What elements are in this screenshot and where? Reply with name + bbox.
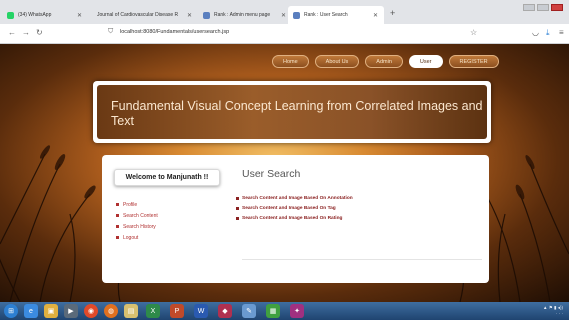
page-icon <box>203 11 210 19</box>
banner-inner: Fundamental Visual Concept Learning from… <box>97 85 487 139</box>
sidebar-item-label: Logout <box>123 234 139 241</box>
tab-user-search[interactable]: Rank : User Search ✕ <box>288 6 384 24</box>
tab-label: Rank : Admin menu page <box>214 12 271 18</box>
address-bar-row: ← → ↻ ⛉ localhost:8080/Fundamentals/user… <box>0 24 569 44</box>
web-page: Home About Us Admin User REGISTER Fundam… <box>0 44 569 302</box>
search-by-tag-link[interactable]: Search Content and Image Based On Tag <box>236 203 353 213</box>
top-nav-menu: Home About Us Admin User REGISTER <box>272 55 499 68</box>
sidebar-item-search-content[interactable]: Search Content <box>116 210 158 221</box>
tab-journal[interactable]: Journal of Cardiovascular Disease R ✕ <box>92 6 198 24</box>
welcome-box: Welcome to Manjunath !! <box>114 169 220 186</box>
url-field[interactable]: localhost:8080/Fundamentals/usersearch.j… <box>120 29 229 35</box>
minimize-button[interactable] <box>523 4 535 11</box>
tool-icon[interactable]: ✦ <box>290 304 304 318</box>
nav-admin[interactable]: Admin <box>365 55 403 68</box>
sidebar-item-search-history[interactable]: Search History <box>116 221 158 232</box>
nav-about-us[interactable]: About Us <box>314 55 360 68</box>
reload-icon[interactable]: ↻ <box>36 28 43 37</box>
folder-icon[interactable]: ▣ <box>44 304 58 318</box>
sidebar-item-label: Search Content <box>123 212 158 219</box>
bullet-icon <box>236 196 239 200</box>
excel-icon[interactable]: X <box>146 304 160 318</box>
powerpoint-icon[interactable]: P <box>170 304 184 318</box>
close-tab-icon[interactable]: ✕ <box>187 12 192 19</box>
bullet-icon <box>236 206 239 210</box>
download-icon[interactable]: ⤓ <box>546 28 550 38</box>
action-label: Search Content and Image Based On Tag <box>242 205 336 211</box>
tab-label: Rank : User Search <box>304 12 348 18</box>
chrome-icon[interactable]: ◉ <box>84 304 98 318</box>
maximize-button[interactable] <box>537 4 549 11</box>
forward-icon[interactable]: → <box>22 28 30 37</box>
back-icon[interactable]: ← <box>8 28 16 37</box>
action-label: Search Content and Image Based On Annota… <box>242 195 353 201</box>
bullet-icon <box>116 236 119 239</box>
nav-home[interactable]: Home <box>272 55 309 68</box>
menu-icon[interactable]: ≡ <box>559 28 564 37</box>
bookmark-star-icon[interactable]: ☆ <box>470 28 477 37</box>
window-controls <box>523 4 563 11</box>
bullet-icon <box>116 225 119 228</box>
search-options: Search Content and Image Based On Annota… <box>236 193 353 223</box>
bullet-icon <box>236 216 239 220</box>
tab-label: (34) WhatsApp <box>18 12 52 18</box>
sidebar-links: Profile Search Content Search History Lo… <box>116 199 158 243</box>
sidebar-item-logout[interactable]: Logout <box>116 232 158 243</box>
close-tab-icon[interactable]: ✕ <box>281 12 286 19</box>
divider <box>242 259 482 260</box>
word-icon[interactable]: W <box>194 304 208 318</box>
whatsapp-icon <box>7 11 14 19</box>
notepad-icon[interactable]: ▤ <box>124 304 138 318</box>
sidebar-item-label: Profile <box>123 201 138 208</box>
pocket-icon[interactable]: ◡ <box>532 28 539 37</box>
search-by-annotation-link[interactable]: Search Content and Image Based On Annota… <box>236 193 353 203</box>
close-tab-icon[interactable]: ✕ <box>77 12 82 19</box>
tab-admin-menu[interactable]: Rank : Admin menu page ✕ <box>198 6 292 24</box>
nav-register[interactable]: REGISTER <box>448 55 499 68</box>
tab-label: Journal of Cardiovascular Disease R <box>97 12 179 18</box>
start-button[interactable]: ⊞ <box>4 304 18 318</box>
sidebar-item-label: Search History <box>123 223 156 230</box>
page-icon <box>293 11 300 19</box>
search-by-rating-link[interactable]: Search Content and Image Based On Rating <box>236 213 353 223</box>
nav-user[interactable]: User <box>408 55 443 68</box>
close-window-button[interactable] <box>551 4 563 11</box>
ie-icon[interactable]: e <box>24 304 38 318</box>
media-icon[interactable]: ▶ <box>64 304 78 318</box>
app-icon[interactable]: ◆ <box>218 304 232 318</box>
action-label: Search Content and Image Based On Rating <box>242 215 343 221</box>
windows-taskbar: ⊞ e ▣ ▶ ◉ ◍ ▤ X P W ◆ ✎ ▦ ✦ ▲ ⚑ ▮ ◂)) · ·… <box>0 302 569 320</box>
paint-icon[interactable]: ✎ <box>242 304 256 318</box>
bullet-icon <box>116 214 119 217</box>
browser-tab-strip: (34) WhatsApp ✕ Journal of Cardiovascula… <box>0 0 569 24</box>
shield-icon[interactable]: ⛉ <box>108 28 113 36</box>
close-tab-icon[interactable]: ✕ <box>373 12 378 19</box>
new-tab-icon[interactable]: + <box>390 8 395 18</box>
firefox-icon[interactable]: ◍ <box>104 304 118 318</box>
tab-whatsapp[interactable]: (34) WhatsApp ✕ <box>2 6 88 24</box>
title-banner: Fundamental Visual Concept Learning from… <box>93 81 491 143</box>
bullet-icon <box>116 203 119 206</box>
content-panel: Welcome to Manjunath !! Profile Search C… <box>102 155 489 283</box>
section-heading: User Search <box>242 168 301 180</box>
system-tray[interactable]: ▲ ⚑ ▮ ◂)) · · · <box>543 305 563 317</box>
sidebar-item-profile[interactable]: Profile <box>116 199 158 210</box>
page-title: Fundamental Visual Concept Learning from… <box>111 99 483 128</box>
network-app-icon[interactable]: ▦ <box>266 304 280 318</box>
